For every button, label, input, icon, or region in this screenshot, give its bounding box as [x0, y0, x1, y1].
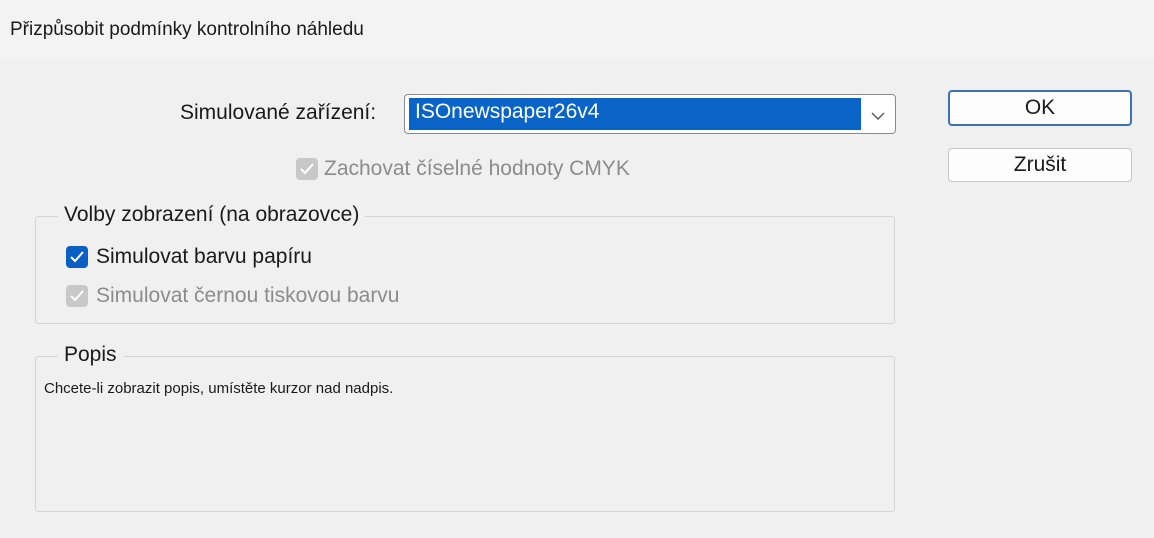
simulate-paper-label: Simulovat barvu papíru — [96, 245, 312, 268]
device-select-value: ISOnewspaper26v4 — [409, 98, 861, 130]
simulate-black-checkbox[interactable] — [66, 285, 88, 307]
ok-button[interactable]: OK — [948, 90, 1132, 126]
title-bar: Přizpůsobit podmínky kontrolního náhledu — [0, 0, 1154, 58]
simulate-black-label: Simulovat černou tiskovou barvu — [96, 284, 400, 307]
description-text: Chcete-li zobrazit popis, umístěte kurzo… — [44, 380, 394, 397]
preserve-cmyk-checkbox[interactable] — [296, 158, 318, 180]
preserve-cmyk-label: Zachovat číselné hodnoty CMYK — [324, 157, 630, 180]
device-label: Simulované zařízení: — [180, 101, 377, 124]
simulate-paper-checkbox[interactable] — [66, 246, 88, 268]
device-select[interactable]: ISOnewspaper26v4 — [404, 94, 896, 134]
cancel-button[interactable]: Zrušit — [948, 148, 1132, 182]
checkmark-icon — [70, 290, 84, 302]
dialog-title: Přizpůsobit podmínky kontrolního náhledu — [10, 19, 364, 40]
checkmark-icon — [70, 251, 84, 263]
checkmark-icon — [300, 163, 314, 175]
chevron-down-icon[interactable] — [871, 108, 885, 120]
display-options-legend: Volby zobrazení (na obrazovce) — [58, 203, 366, 227]
description-legend: Popis — [58, 343, 123, 367]
